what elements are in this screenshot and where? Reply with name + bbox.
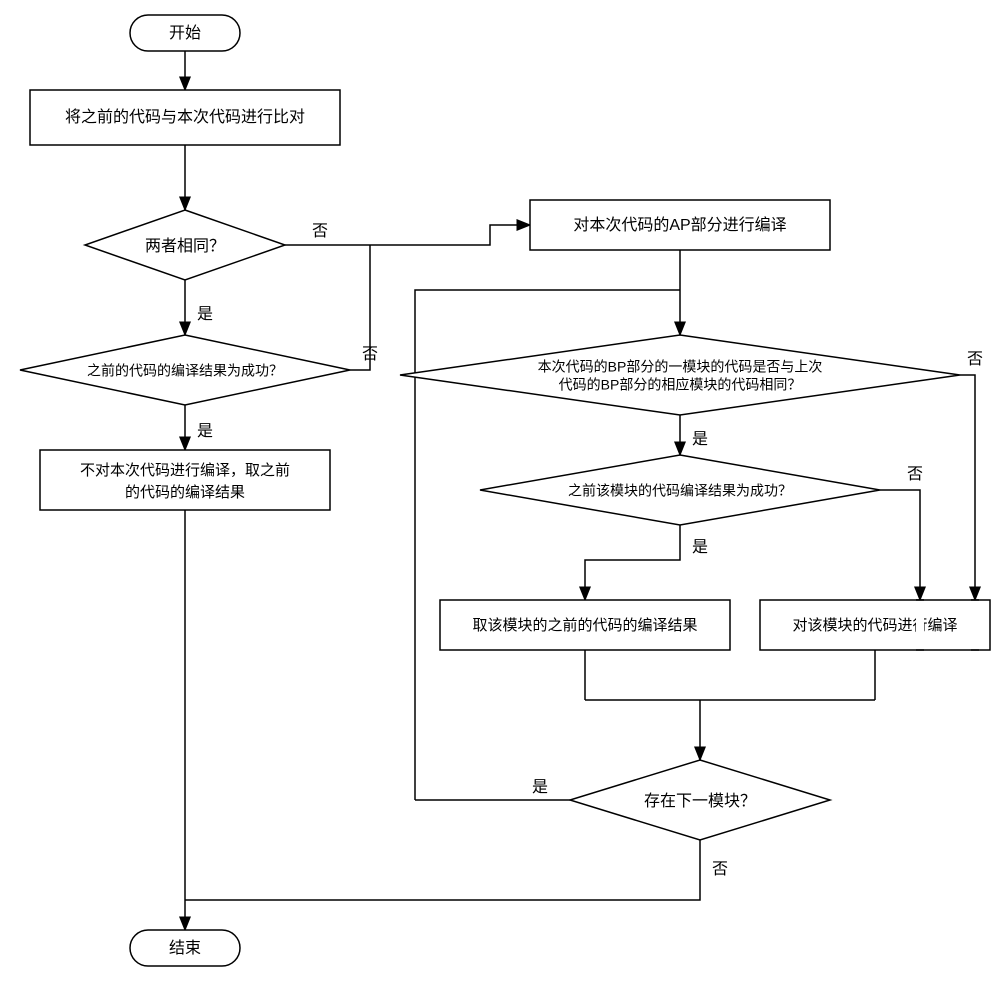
dprev-yes-label: 是 <box>197 423 213 440</box>
dmod-node: 之前该模块的代码编译结果为成功？ <box>480 455 880 525</box>
dnext-yes-label: 是 <box>532 779 548 796</box>
edge-dnext-no <box>185 840 700 900</box>
dnext-label: 存在下一模块？ <box>644 792 756 810</box>
start-label: 开始 <box>169 24 201 42</box>
dsame-no-label: 否 <box>312 223 328 240</box>
skip-label-1: 不对本次代码进行编译，取之前 <box>80 462 290 479</box>
compare-node: 将之前的代码与本次代码进行比对 <box>30 90 340 145</box>
end-node: 结束 <box>130 930 240 966</box>
dbp-yes-label: 是 <box>692 431 708 448</box>
dprev-no-label: 否 <box>362 346 378 363</box>
dbp-node: 本次代码的BP部分的一模块的代码是否与上次 代码的BP部分的相应模块的代码相同？ <box>400 335 960 415</box>
dprev-node: 之前的代码的编译结果为成功？ <box>20 335 350 405</box>
compileap-node: 对本次代码的AP部分进行编译 <box>530 200 830 250</box>
skip-label-2: 的代码的编译结果 <box>125 484 245 501</box>
compileap-label: 对本次代码的AP部分进行编译 <box>573 216 786 234</box>
edge-dmod-yes <box>585 525 680 600</box>
dmod-label: 之前该模块的代码编译结果为成功？ <box>568 483 792 499</box>
dsame-label: 两者相同？ <box>145 237 225 255</box>
compilemod-node: 对该模块的代码进行编译 <box>760 600 990 650</box>
takeprev-node: 取该模块的之前的代码的编译结果 <box>440 600 730 650</box>
compilemod-label: 对该模块的代码进行编译 <box>792 617 957 634</box>
takeprev-label: 取该模块的之前的代码的编译结果 <box>472 617 697 634</box>
dbp-label-2: 代码的BP部分的相应模块的代码相同？ <box>559 377 802 393</box>
dmod-no-label: 否 <box>907 466 923 483</box>
dprev-label: 之前的代码的编译结果为成功？ <box>87 363 283 379</box>
dnext-no-label: 否 <box>712 861 728 878</box>
dsame-yes-label: 是 <box>197 306 213 323</box>
start-node: 开始 <box>130 15 240 51</box>
dnext-node: 存在下一模块？ <box>570 760 830 840</box>
dbp-no-label: 否 <box>967 351 983 368</box>
compare-label: 将之前的代码与本次代码进行比对 <box>65 108 305 126</box>
dmod-yes-label: 是 <box>692 539 708 556</box>
flowchart: 开始 将之前的代码与本次代码进行比对 两者相同？ 否 是 之前的代码的编译结果为… <box>0 0 1000 991</box>
dsame-node: 两者相同？ <box>85 210 285 280</box>
skip-node: 不对本次代码进行编译，取之前 的代码的编译结果 <box>40 450 330 510</box>
dbp-label-1: 本次代码的BP部分的一模块的代码是否与上次 <box>538 359 823 375</box>
end-label: 结束 <box>169 939 201 957</box>
